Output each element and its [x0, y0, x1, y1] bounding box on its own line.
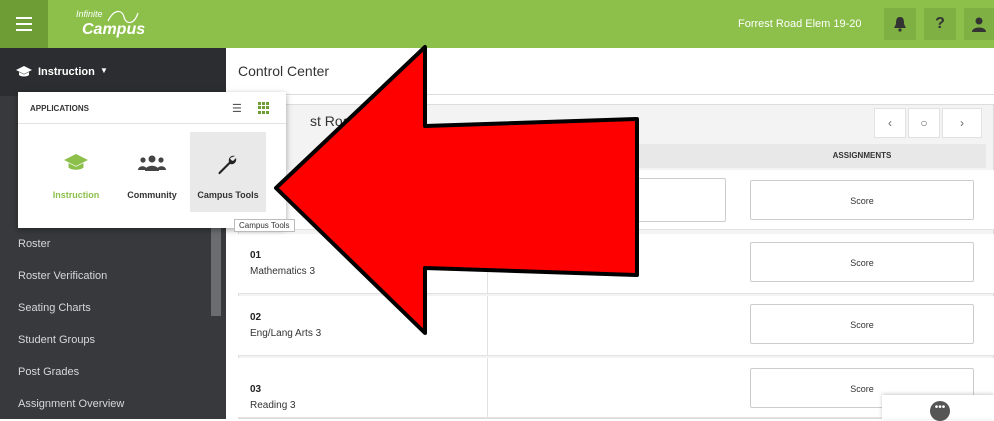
- red-annotation-arrow: [274, 45, 639, 335]
